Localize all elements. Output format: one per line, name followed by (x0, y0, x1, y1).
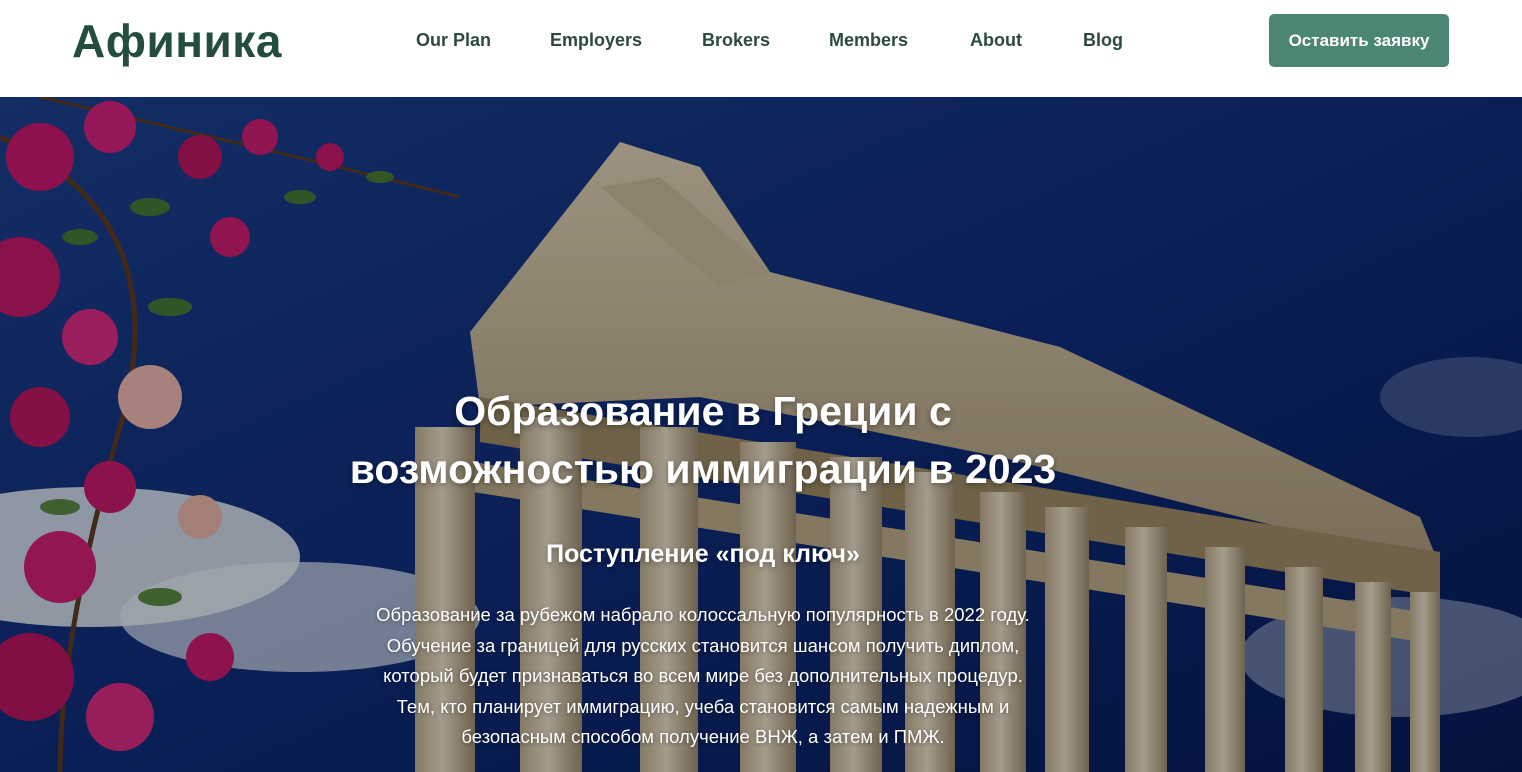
nav-item-our-plan[interactable]: Our Plan (416, 28, 491, 52)
hero-paragraph-line: который будет признаваться во всем мире … (383, 665, 1023, 686)
nav-item-members[interactable]: Members (829, 28, 908, 52)
hero-paragraph-line: Тем, кто планирует иммиграцию, учеба ста… (396, 695, 1010, 717)
hero-paragraph-line: Образование за рубежом набрало колоссаль… (376, 604, 1030, 625)
hero-title-line-2: возможностью иммиграции в 2023 (349, 446, 1057, 492)
hero-paragraph-line: безопасным способом получение ВНЖ, а зат… (461, 726, 945, 747)
nav-item-brokers[interactable]: Brokers (702, 28, 770, 52)
site-header: Афиника Our Plan Employers Brokers Membe… (0, 0, 1522, 97)
hero-title-line-1: Образование в Греции с (454, 388, 952, 434)
leave-request-button[interactable]: Оставить заявку (1269, 14, 1449, 67)
hero-title: Образование в Греции с возможностью имми… (283, 382, 1123, 498)
nav-item-about[interactable]: About (970, 28, 1022, 52)
hero-subtitle: Поступление «под ключ» (546, 540, 860, 568)
hero-content: Образование в Греции с возможностью имми… (0, 97, 1522, 772)
nav-item-employers[interactable]: Employers (550, 28, 642, 52)
nav-item-blog[interactable]: Blog (1083, 28, 1123, 52)
hero-section: Образование в Греции с возможностью имми… (0, 97, 1522, 772)
hero-paragraph: Образование за рубежом набрало колоссаль… (318, 600, 1088, 753)
hero-paragraph-line: Обучение за границей для русских станови… (386, 634, 1020, 656)
